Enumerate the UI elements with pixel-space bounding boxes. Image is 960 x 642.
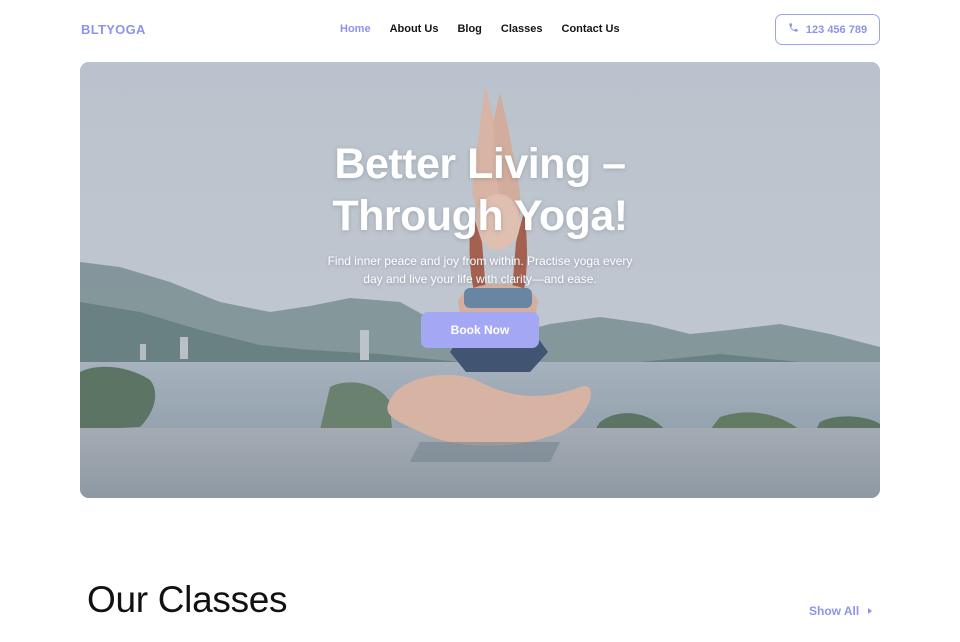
page: BLTYOGA Home About Us Blog Classes Conta…	[0, 0, 960, 642]
nav-about-us[interactable]: About Us	[390, 22, 439, 38]
main-nav: Home About Us Blog Classes Contact Us	[340, 22, 639, 38]
nav-blog[interactable]: Blog	[457, 22, 481, 38]
hero-title: Better Living – Through Yoga!	[80, 138, 880, 242]
nav-contact-us[interactable]: Contact Us	[562, 22, 620, 38]
hero-subtitle: Find inner peace and joy from within. Pr…	[80, 252, 880, 288]
show-all-link[interactable]: Show All	[809, 604, 873, 618]
hero-subtitle-line-1: Find inner peace and joy from within. Pr…	[327, 254, 633, 268]
nav-classes[interactable]: Classes	[501, 22, 543, 38]
hero-banner: Better Living – Through Yoga! Find inner…	[80, 62, 880, 498]
phone-button[interactable]: 123 456 789	[775, 14, 880, 45]
show-all-label: Show All	[809, 604, 860, 618]
hero-subtitle-line-2: day and live your life with clarity—and …	[363, 272, 597, 286]
section-title: Our Classes	[87, 579, 288, 620]
nav-home[interactable]: Home	[340, 22, 371, 38]
hero-title-line-2: Through Yoga!	[332, 192, 628, 240]
chevron-right-icon	[868, 608, 873, 614]
hero-title-line-1: Better Living –	[334, 140, 626, 188]
phone-number: 123 456 789	[805, 23, 868, 36]
book-now-button[interactable]: Book Now	[421, 312, 539, 348]
logo[interactable]: BLTYOGA	[81, 22, 146, 37]
phone-icon	[788, 22, 799, 36]
